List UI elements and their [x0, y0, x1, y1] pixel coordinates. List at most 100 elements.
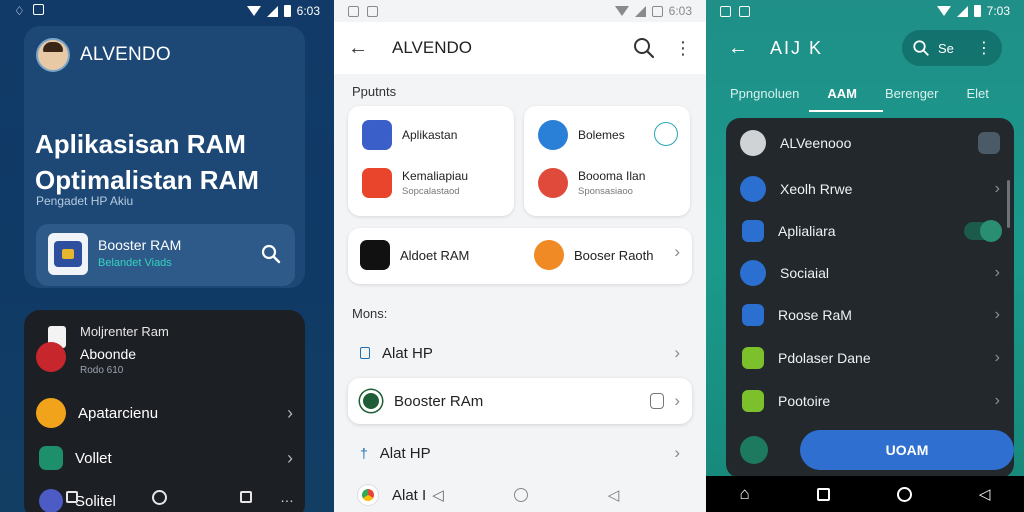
- settings-item[interactable]: Roose RaM ›: [740, 298, 1000, 332]
- back-icon[interactable]: ◁: [979, 485, 991, 503]
- card-item[interactable]: Aldoet RAM: [360, 240, 469, 270]
- chevron-right-icon: ›: [674, 391, 680, 410]
- app-icon: [538, 168, 568, 198]
- more-vert-icon[interactable]: ⋮: [674, 39, 692, 57]
- app-icon: [740, 260, 766, 286]
- tab-aam[interactable]: AAM: [809, 86, 883, 112]
- image-icon: [32, 4, 44, 15]
- tab-ppngnoluen[interactable]: Ppngnoluen: [730, 86, 799, 109]
- settings-item[interactable]: Sociaial ›: [740, 256, 1000, 290]
- recents-icon[interactable]: [240, 491, 252, 503]
- pin-icon: †: [360, 445, 368, 461]
- system-nav-bar: …: [0, 482, 334, 512]
- more-icon[interactable]: …: [280, 489, 294, 505]
- card-item-title: Aldoet RAM: [400, 247, 470, 263]
- home-icon[interactable]: [152, 489, 167, 505]
- section-title: Mons:: [352, 306, 388, 321]
- card-item[interactable]: Boooma Ilan Sponsasiaoo: [538, 168, 645, 198]
- back-arrow-icon[interactable]: ←: [348, 37, 382, 60]
- app-card[interactable]: Aplikastan Kemaliapiau Sopcalastaod: [348, 106, 514, 216]
- recents-icon[interactable]: [816, 487, 830, 501]
- list-item[interactable]: Vollet ›: [36, 441, 293, 475]
- search-icon[interactable]: [261, 244, 281, 264]
- list-item[interactable]: Apatarcienu ›: [36, 396, 293, 430]
- chevron-right-icon: ›: [994, 264, 1000, 281]
- tab-elet[interactable]: Elet: [967, 86, 989, 109]
- app-icon: [742, 347, 764, 369]
- card-item-title: Bolemes: [578, 128, 625, 142]
- cta-button[interactable]: UOAM: [800, 430, 1014, 470]
- booster-icon: [360, 390, 382, 412]
- list-item-label: Apatarcienu: [78, 404, 159, 422]
- back-square-icon[interactable]: [66, 491, 78, 503]
- chevron-right-icon: ›: [287, 402, 293, 423]
- settings-item[interactable]: Aplialiara: [740, 214, 1002, 248]
- panel-teal: 7:03 ← AIJ K Se ⋮ Ppngnoluen AAM Berenge…: [706, 0, 1024, 512]
- account-name: ALVeenooo: [780, 135, 852, 151]
- home-icon[interactable]: [896, 486, 912, 502]
- status-time: 6:03: [296, 4, 320, 18]
- phone-icon: [360, 347, 370, 359]
- chevron-right-icon: ›: [994, 349, 1000, 366]
- menu-item-label: Alat HP: [382, 344, 433, 362]
- status-bar: 7:03: [706, 0, 1024, 22]
- search-icon[interactable]: [632, 36, 656, 60]
- settings-item[interactable]: Pootoire ›: [740, 384, 1000, 418]
- chart-icon: [538, 120, 568, 150]
- home-house-icon[interactable]: ⌂: [740, 484, 750, 504]
- back-arrow-icon[interactable]: ←: [728, 37, 748, 60]
- card-item[interactable]: Kemaliapiau Sopcalastaod: [362, 168, 468, 198]
- search-pill[interactable]: Se ⋮: [902, 30, 1002, 66]
- tab-berenger[interactable]: Berenger: [885, 86, 938, 109]
- app-bar: ← AIJ K Se ⋮: [706, 22, 1024, 74]
- settings-item[interactable]: Pdolaser Dane ›: [740, 341, 1000, 375]
- menu-item[interactable]: Alat HP ›: [348, 330, 692, 376]
- list-item-label: Vollet: [75, 449, 112, 467]
- app-icon: [360, 240, 390, 270]
- card-item[interactable]: Booser Raoth: [534, 240, 654, 270]
- app-icon: [362, 168, 392, 198]
- notification-icon: [739, 5, 750, 17]
- chevron-right-icon: ›: [994, 306, 1000, 323]
- cube-icon: [362, 120, 392, 150]
- booster-ram-card[interactable]: Booster RAM Belandet Viads: [36, 224, 295, 286]
- avatar[interactable]: [36, 38, 70, 72]
- refresh-icon[interactable]: [740, 436, 768, 464]
- app-card[interactable]: Bolemes Boooma Ilan Sponsasiaoo: [524, 106, 690, 216]
- more-vert-icon[interactable]: ⋮: [976, 38, 992, 58]
- back-triangle-icon[interactable]: ◁: [608, 486, 620, 504]
- card-item[interactable]: Bolemes: [538, 120, 625, 150]
- chrome-icon[interactable]: [358, 485, 378, 505]
- app-card[interactable]: Aldoet RAM Booser Raoth ›: [348, 228, 692, 284]
- sim-icon: [651, 5, 663, 17]
- lock-icon[interactable]: [650, 393, 665, 409]
- shop-icon[interactable]: [654, 122, 678, 146]
- app-bar: ← ALVENDO ⋮: [334, 22, 706, 74]
- signal-icon: [956, 5, 968, 17]
- status-bar: 6:03: [334, 0, 706, 22]
- page-title: Aplikasisan RAM Optimalistan RAM: [35, 129, 259, 195]
- scrollbar[interactable]: [1007, 180, 1010, 228]
- list-item-subtitle: Aboonde: [80, 346, 137, 362]
- system-nav-bar: Alat I ◁ ◁: [334, 478, 706, 512]
- settings-item[interactable]: Xeolh Rrwe ›: [740, 172, 1000, 206]
- settings-item-label: Xeolh Rrwe: [780, 181, 853, 197]
- notification-icon: [367, 5, 378, 17]
- chevron-right-icon: ›: [994, 392, 1000, 409]
- signal-icon: [266, 5, 278, 17]
- wallet-icon: [39, 446, 63, 470]
- app-badge-icon: [36, 326, 70, 374]
- battery-icon: [973, 5, 981, 17]
- booster-title: Booster RAM: [98, 237, 182, 253]
- home-icon[interactable]: [513, 488, 528, 502]
- menu-item-selected[interactable]: Booster RAm ›: [348, 378, 692, 424]
- card-item-subtitle: Sponsasiaoo: [578, 186, 633, 197]
- card-item[interactable]: Aplikastan: [362, 120, 457, 150]
- checkbox-icon: [742, 220, 764, 242]
- menu-item[interactable]: † Alat HP ›: [348, 430, 692, 476]
- toggle-switch[interactable]: [964, 220, 1002, 242]
- account-row[interactable]: ALVeenooo: [740, 126, 1000, 160]
- back-icon[interactable]: ◁: [432, 486, 444, 504]
- camera-icon[interactable]: [978, 132, 1000, 154]
- chevron-right-icon: ›: [674, 443, 680, 462]
